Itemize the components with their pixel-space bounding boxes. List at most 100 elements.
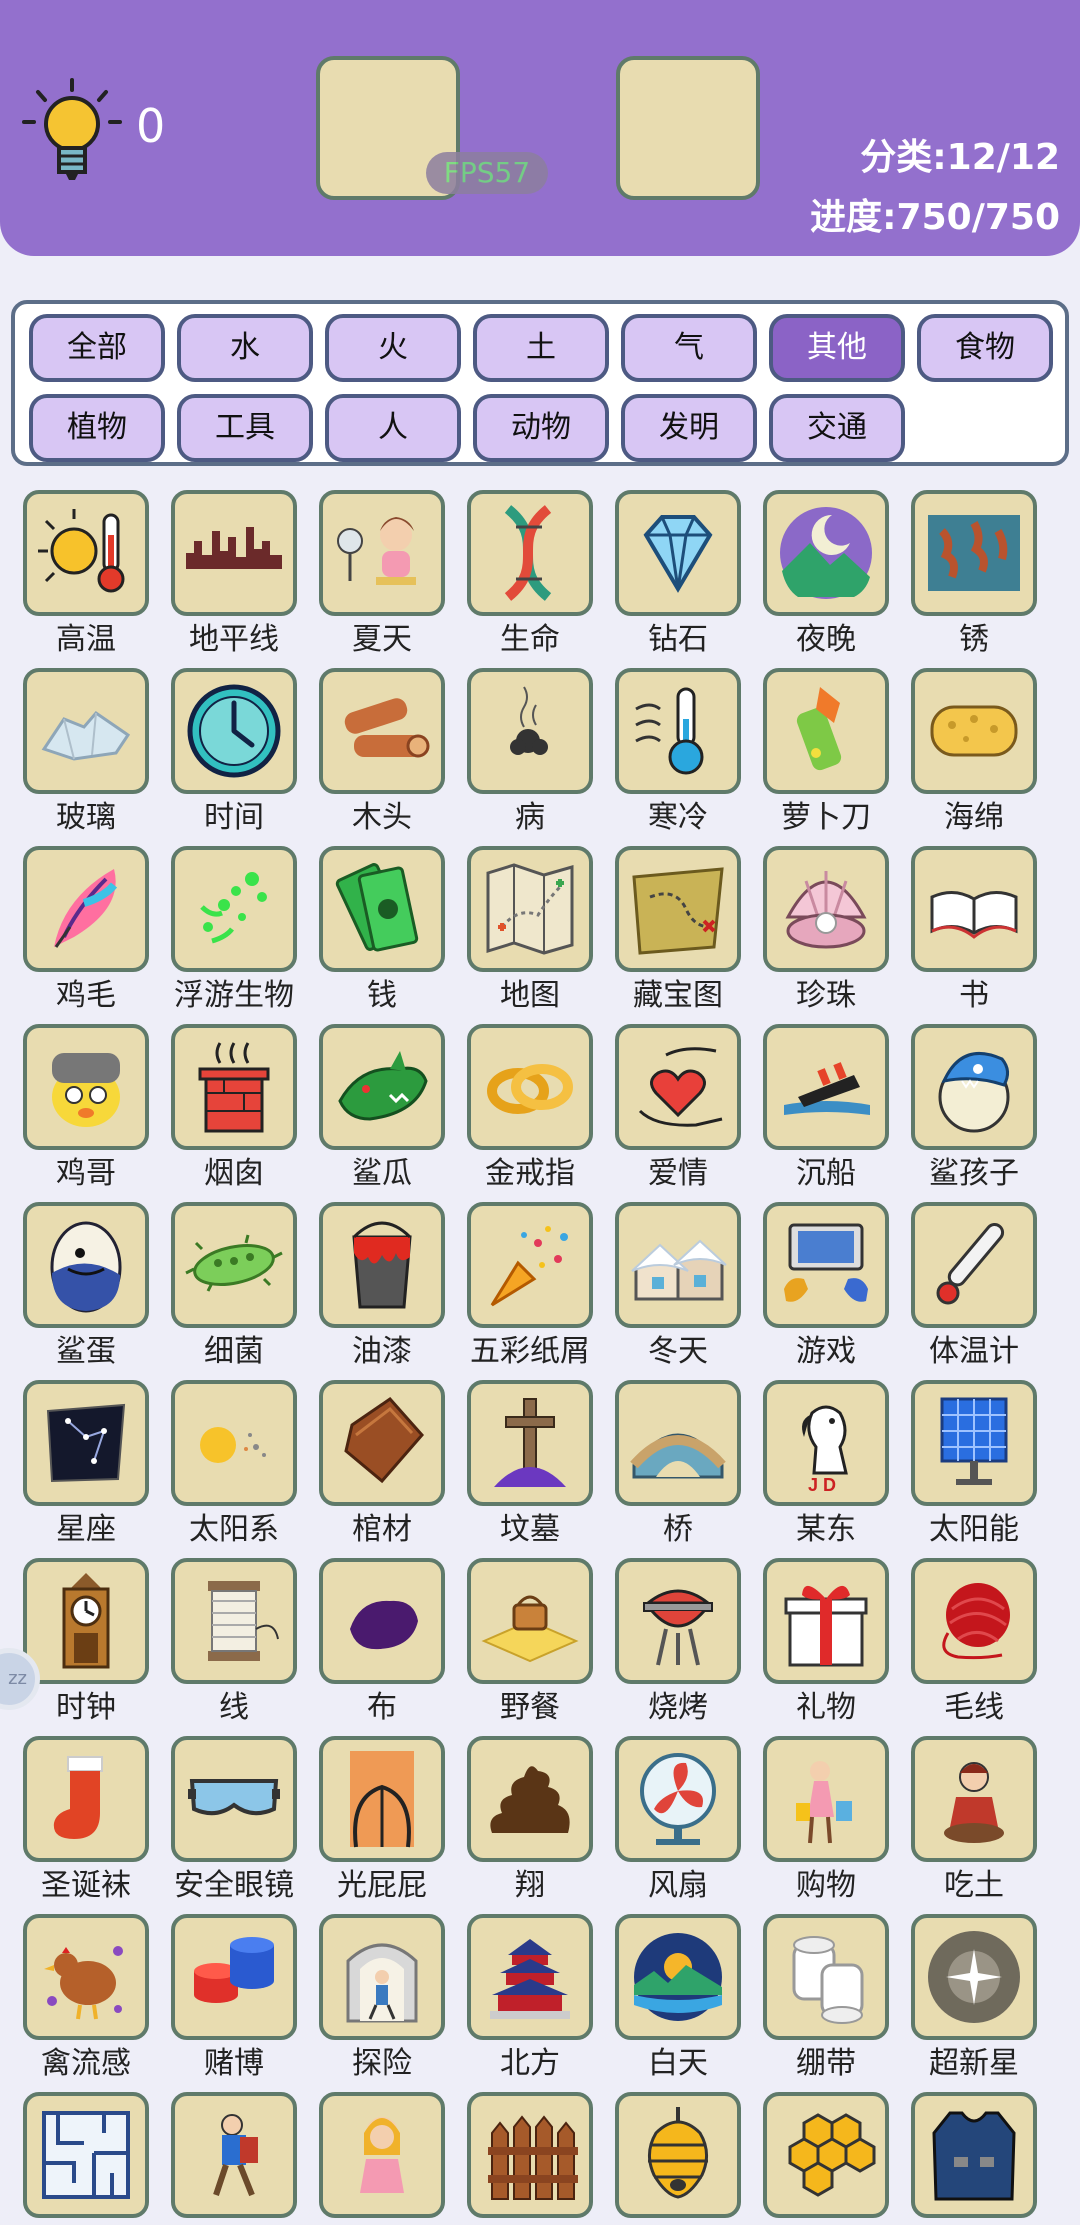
element-tile-4[interactable] — [615, 490, 741, 616]
category-tabs: 全部水火土气其他 食物植物 工具人动物 发明 交通 — [11, 300, 1069, 466]
element-tile-64[interactable] — [171, 2092, 297, 2218]
element-tile-29[interactable] — [171, 1202, 297, 1328]
element-tile-63[interactable] — [23, 2092, 149, 2218]
element-tile-60[interactable] — [615, 1914, 741, 2040]
combine-slot-right[interactable] — [616, 56, 760, 200]
element-tile-1[interactable] — [171, 490, 297, 616]
element-tile-22[interactable] — [171, 1024, 297, 1150]
tab-1[interactable]: 水 — [177, 314, 313, 382]
element-tile-3[interactable] — [467, 490, 593, 616]
element-tile-55[interactable] — [911, 1736, 1037, 1862]
element-tile-62[interactable] — [911, 1914, 1037, 2040]
element-tile-69[interactable] — [911, 2092, 1037, 2218]
tab-2[interactable]: 火 — [325, 314, 461, 382]
tab-7[interactable]: 植物 — [29, 394, 165, 462]
element-tile-56[interactable] — [23, 1914, 149, 2040]
element-tile-8[interactable] — [171, 668, 297, 794]
element-tile-52[interactable] — [467, 1736, 593, 1862]
element-tile-12[interactable] — [763, 668, 889, 794]
progress-stat: 进度:750/750 — [810, 197, 1060, 238]
element-tile-20[interactable] — [911, 846, 1037, 972]
element-tile-37[interactable] — [319, 1380, 445, 1506]
element-tile-58[interactable] — [319, 1914, 445, 2040]
element-tile-2[interactable] — [319, 490, 445, 616]
element-tile-41[interactable] — [911, 1380, 1037, 1506]
tab-6[interactable]: 食物 — [917, 314, 1053, 382]
element-tile-36[interactable] — [171, 1380, 297, 1506]
element-label: 野餐 — [500, 1690, 560, 1725]
element-label: 沉船 — [796, 1156, 856, 1191]
element-tile-66[interactable] — [467, 2092, 593, 2218]
element-tile-43[interactable] — [171, 1558, 297, 1684]
tab-0[interactable]: 全部 — [29, 314, 165, 382]
element-tile-24[interactable] — [467, 1024, 593, 1150]
element-tile-6[interactable] — [911, 490, 1037, 616]
element-tile-14[interactable] — [23, 846, 149, 972]
element-tile-26[interactable] — [763, 1024, 889, 1150]
tab-8[interactable]: 工具 — [177, 394, 313, 462]
element-tile-19[interactable] — [763, 846, 889, 972]
element-tile-46[interactable] — [615, 1558, 741, 1684]
fps-badge: FPS57 — [426, 152, 548, 194]
element-tile-18[interactable] — [615, 846, 741, 972]
element-tile-59[interactable] — [467, 1914, 593, 2040]
element-label: 寒冷 — [648, 800, 708, 835]
element-tile-33[interactable] — [763, 1202, 889, 1328]
element-label: 生命 — [500, 622, 560, 657]
element-tile-42[interactable] — [23, 1558, 149, 1684]
element-label: 禽流感 — [41, 2046, 131, 2081]
element-tile-11[interactable] — [615, 668, 741, 794]
element-label: 爱情 — [648, 1156, 708, 1191]
element-tile-28[interactable] — [23, 1202, 149, 1328]
element-tile-0[interactable] — [23, 490, 149, 616]
tab-9[interactable]: 人 — [325, 394, 461, 462]
element-tile-16[interactable] — [319, 846, 445, 972]
element-tile-57[interactable] — [171, 1914, 297, 2040]
element-tile-27[interactable] — [911, 1024, 1037, 1150]
element-tile-34[interactable] — [911, 1202, 1037, 1328]
element-label: 钻石 — [648, 622, 708, 657]
element-label: 油漆 — [352, 1334, 412, 1369]
element-tile-23[interactable] — [319, 1024, 445, 1150]
element-tile-7[interactable] — [23, 668, 149, 794]
element-tile-10[interactable] — [467, 668, 593, 794]
element-tile-65[interactable] — [319, 2092, 445, 2218]
tab-10[interactable]: 动物 — [473, 394, 609, 462]
element-tile-21[interactable] — [23, 1024, 149, 1150]
tab-12[interactable]: 交通 — [769, 394, 905, 462]
element-tile-13[interactable] — [911, 668, 1037, 794]
element-tile-38[interactable] — [467, 1380, 593, 1506]
element-tile-32[interactable] — [615, 1202, 741, 1328]
element-label: 白天 — [648, 2046, 708, 2081]
element-label: 圣诞袜 — [41, 1868, 131, 1903]
tab-4[interactable]: 气 — [621, 314, 757, 382]
element-tile-54[interactable] — [763, 1736, 889, 1862]
element-tile-50[interactable] — [171, 1736, 297, 1862]
element-tile-30[interactable] — [319, 1202, 445, 1328]
element-tile-25[interactable] — [615, 1024, 741, 1150]
element-tile-9[interactable] — [319, 668, 445, 794]
element-tile-35[interactable] — [23, 1380, 149, 1506]
element-tile-67[interactable] — [615, 2092, 741, 2218]
element-tile-15[interactable] — [171, 846, 297, 972]
element-tile-49[interactable] — [23, 1736, 149, 1862]
element-tile-17[interactable] — [467, 846, 593, 972]
lightbulb-hint-icon[interactable] — [22, 78, 122, 184]
element-tile-68[interactable] — [763, 2092, 889, 2218]
element-tile-39[interactable] — [615, 1380, 741, 1506]
element-tile-61[interactable] — [763, 1914, 889, 2040]
tab-11[interactable]: 发明 — [621, 394, 757, 462]
element-tile-44[interactable] — [319, 1558, 445, 1684]
element-label: 木头 — [352, 800, 412, 835]
element-tile-48[interactable] — [911, 1558, 1037, 1684]
element-tile-5[interactable] — [763, 490, 889, 616]
element-label: 太阳系 — [189, 1512, 279, 1547]
element-tile-47[interactable] — [763, 1558, 889, 1684]
element-tile-40[interactable]: J D — [763, 1380, 889, 1506]
element-tile-53[interactable] — [615, 1736, 741, 1862]
element-tile-45[interactable] — [467, 1558, 593, 1684]
element-tile-51[interactable] — [319, 1736, 445, 1862]
tab-5[interactable]: 其他 — [769, 314, 905, 382]
element-tile-31[interactable] — [467, 1202, 593, 1328]
tab-3[interactable]: 土 — [473, 314, 609, 382]
